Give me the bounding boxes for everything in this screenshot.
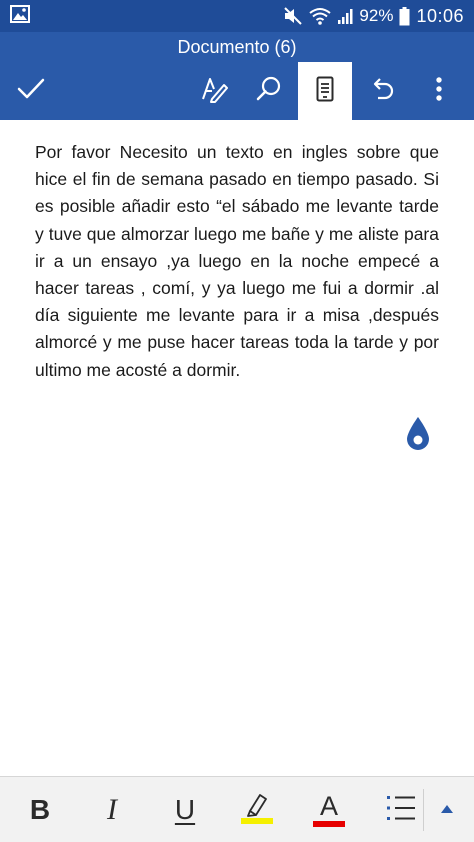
format-pen-icon: [200, 75, 228, 108]
clock: 10:06: [416, 5, 464, 26]
expand-ribbon-button[interactable]: [424, 777, 470, 842]
italic-icon: I: [107, 793, 117, 826]
wifi-icon: [309, 7, 332, 25]
status-bar: 92% 10:06: [0, 0, 474, 32]
search-icon: [256, 76, 282, 107]
document-canvas[interactable]: Por favor Necesito un texto en ingles so…: [0, 120, 474, 776]
font-color-swatch: [313, 821, 345, 827]
highlight-button[interactable]: [227, 777, 287, 842]
undo-button[interactable]: [354, 62, 408, 120]
bullet-list-icon: [385, 794, 417, 827]
bold-button[interactable]: B: [10, 777, 70, 842]
search-button[interactable]: [242, 62, 296, 120]
chevron-up-icon: [440, 801, 454, 819]
more-options-button[interactable]: [412, 62, 466, 120]
font-color-letter: A: [319, 791, 338, 821]
check-icon: [17, 78, 45, 105]
underline-button[interactable]: U: [155, 777, 215, 842]
gallery-icon: [10, 4, 30, 28]
underline-icon: U: [174, 794, 196, 825]
undo-icon: [368, 76, 394, 107]
reading-view-icon: [316, 76, 334, 107]
battery-icon: [399, 6, 410, 26]
more-vert-icon: [435, 76, 443, 107]
done-button[interactable]: [4, 62, 58, 120]
font-color-icon: A: [313, 793, 345, 827]
document-title-bar: Documento (6): [0, 32, 474, 62]
italic-button[interactable]: I: [82, 777, 142, 842]
document-paragraph[interactable]: Por favor Necesito un texto en ingles so…: [35, 139, 439, 384]
format-button[interactable]: [187, 62, 241, 120]
cursor-handle[interactable]: [405, 416, 431, 457]
app-toolbar: [0, 62, 474, 120]
battery-percent: 92%: [359, 6, 394, 25]
signal-icon: [337, 7, 353, 25]
bullet-list-button[interactable]: [371, 777, 431, 842]
reading-view-button[interactable]: [298, 62, 352, 120]
font-color-button[interactable]: A: [299, 777, 359, 842]
highlighter-icon: [240, 791, 274, 830]
formatting-bar: B I U A: [0, 776, 474, 842]
bold-icon: B: [29, 794, 51, 825]
document-title: Documento (6): [177, 36, 297, 57]
mute-icon: [283, 7, 303, 25]
